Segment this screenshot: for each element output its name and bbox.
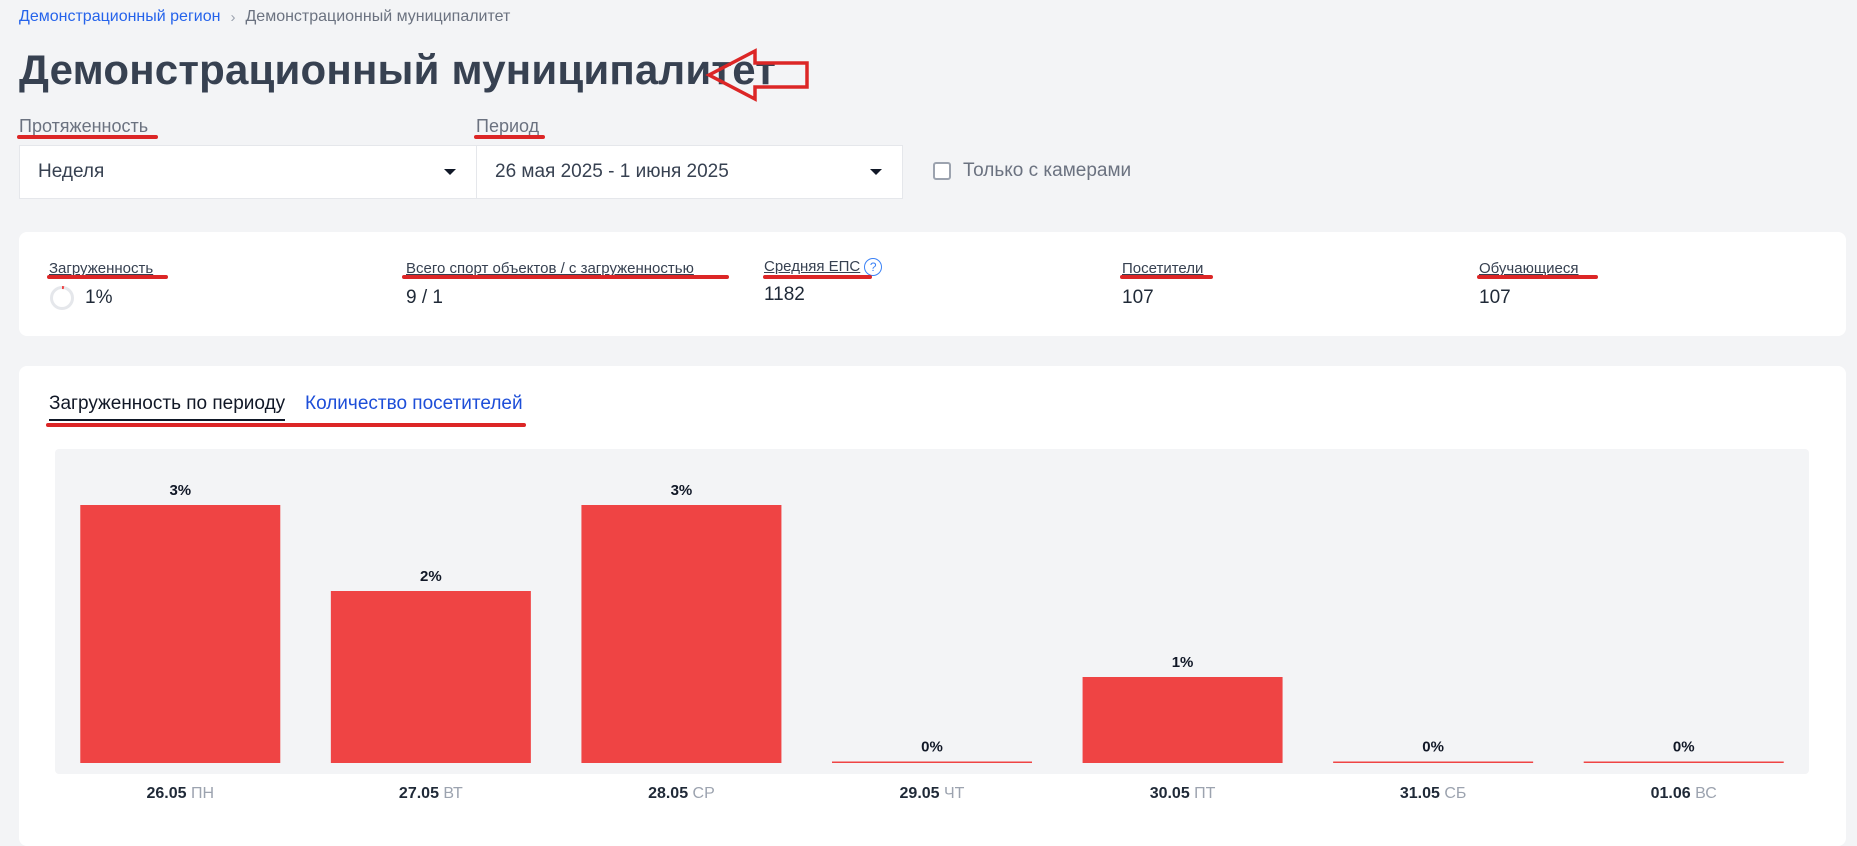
chart-bar <box>80 505 281 763</box>
chart-value-label: 0% <box>1673 739 1695 756</box>
chart-bar <box>330 591 531 763</box>
chart-value-label: 1% <box>1172 654 1194 671</box>
chart-bar <box>581 505 782 763</box>
load-bar-chart: 3% 26.05 ПН 2% 27.05 ВТ 3% 28.05 СР 0% 29.05 ЧТ… <box>80 482 1784 802</box>
chart-x-tick-label: 27.05 ВТ <box>399 785 463 802</box>
chart-x-tick-label: 28.05 СР <box>648 785 715 802</box>
chart-x-tick-label: 29.05 ЧТ <box>900 785 965 802</box>
chart-value-label: 3% <box>671 482 693 499</box>
chart-value-label: 0% <box>921 739 943 756</box>
chart-value-label: 2% <box>420 568 442 585</box>
chart-bar <box>1082 677 1283 763</box>
chart-x-tick-label: 30.05 ПТ <box>1150 785 1216 802</box>
chart-bar <box>1583 761 1784 763</box>
chart-bar <box>832 761 1032 763</box>
chart-x-tick-label: 31.05 СБ <box>1400 785 1467 802</box>
chart-bar <box>1333 761 1534 763</box>
chart-x-tick-label: 01.06 ВС <box>1651 785 1717 802</box>
chart-value-label: 0% <box>1422 739 1444 756</box>
chart-x-tick-label: 26.05 ПН <box>147 785 215 802</box>
chart-value-label: 3% <box>169 482 191 499</box>
